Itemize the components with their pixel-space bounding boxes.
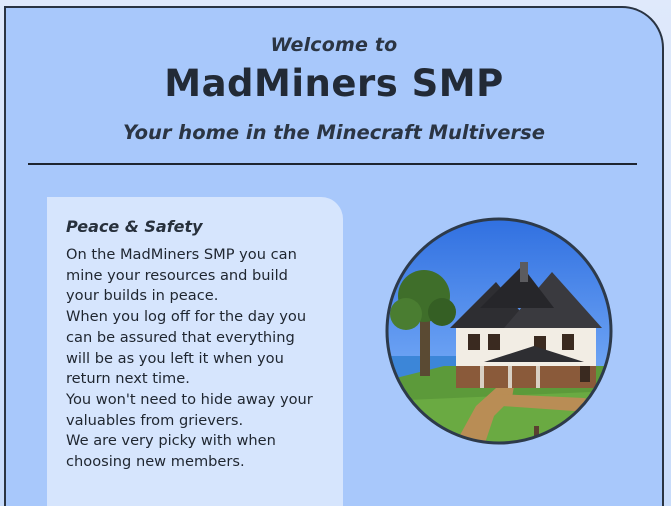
page: Welcome to MadMiners SMP Your home in th…: [0, 0, 671, 506]
peace-safety-line: mine your resources and build: [66, 266, 288, 284]
peace-safety-line: When you log off for the day you: [66, 308, 307, 326]
peace-safety-line: your builds in peace.: [66, 287, 219, 305]
minecraft-house-image: [385, 217, 613, 445]
peace-safety-box: Peace & Safety On the MadMiners SMP you …: [47, 197, 343, 506]
server-title: MadMiners SMP: [164, 62, 504, 105]
peace-safety-line: return next time.: [66, 370, 190, 388]
welcome-text: Welcome to: [270, 34, 398, 56]
peace-safety-line: We are very picky with when: [66, 432, 276, 450]
peace-safety-line: On the MadMiners SMP you can: [66, 246, 297, 263]
peace-safety-line: valuables from grievers.: [66, 411, 244, 429]
peace-safety-line: You won't need to hide away your: [66, 390, 313, 408]
peace-safety-heading: Peace & Safety: [66, 217, 203, 236]
peace-safety-line: can be assured that everything: [66, 328, 295, 346]
header-divider: [28, 163, 637, 165]
peace-safety-line: will be as you left it when you: [66, 349, 284, 367]
server-subtitle: Your home in the Minecraft Multiverse: [123, 121, 545, 144]
peace-safety-text: On the MadMiners SMP you can mine your r…: [66, 245, 331, 473]
peace-safety-line: choosing new members.: [66, 453, 245, 471]
welcome-card: Welcome to MadMiners SMP Your home in th…: [4, 6, 664, 506]
